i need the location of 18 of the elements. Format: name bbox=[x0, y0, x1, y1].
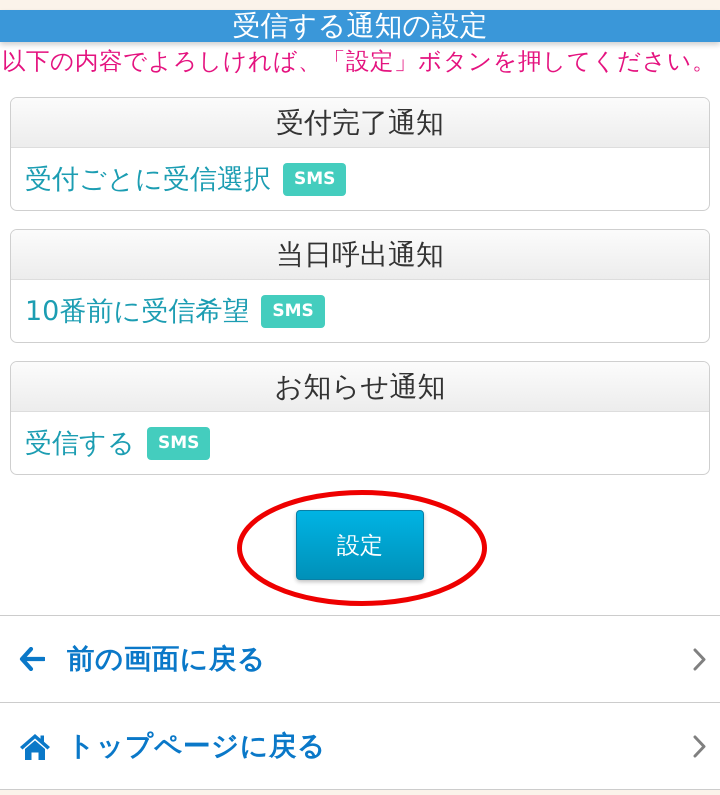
channel-badge: SMS bbox=[261, 294, 325, 328]
home-icon bbox=[19, 732, 51, 760]
channel-badge: SMS bbox=[147, 426, 210, 460]
card-title: お知らせ通知 bbox=[274, 368, 446, 404]
notification-value: 受付ごとに受信選択 bbox=[25, 163, 271, 197]
back-link[interactable]: 前の画面に戻る bbox=[0, 616, 720, 703]
notification-value: 受信する bbox=[25, 427, 135, 461]
card-title: 受付完了通知 bbox=[276, 104, 444, 140]
arrow-left-icon bbox=[19, 647, 45, 671]
notification-value: 10番前に受信希望 bbox=[25, 295, 250, 329]
submit-button[interactable]: 設定 bbox=[296, 510, 424, 580]
card-title: 当日呼出通知 bbox=[276, 236, 444, 272]
chevron-right-icon bbox=[693, 648, 706, 670]
instruction-text: 以下の内容でよろしければ、「設定」ボタンを押してください。 bbox=[1, 46, 717, 77]
channel-badge: SMS bbox=[283, 162, 346, 196]
page-title: 受信する通知の設定 bbox=[232, 10, 488, 42]
home-link[interactable]: トップページに戻る bbox=[0, 703, 720, 790]
chevron-right-icon bbox=[693, 734, 706, 758]
